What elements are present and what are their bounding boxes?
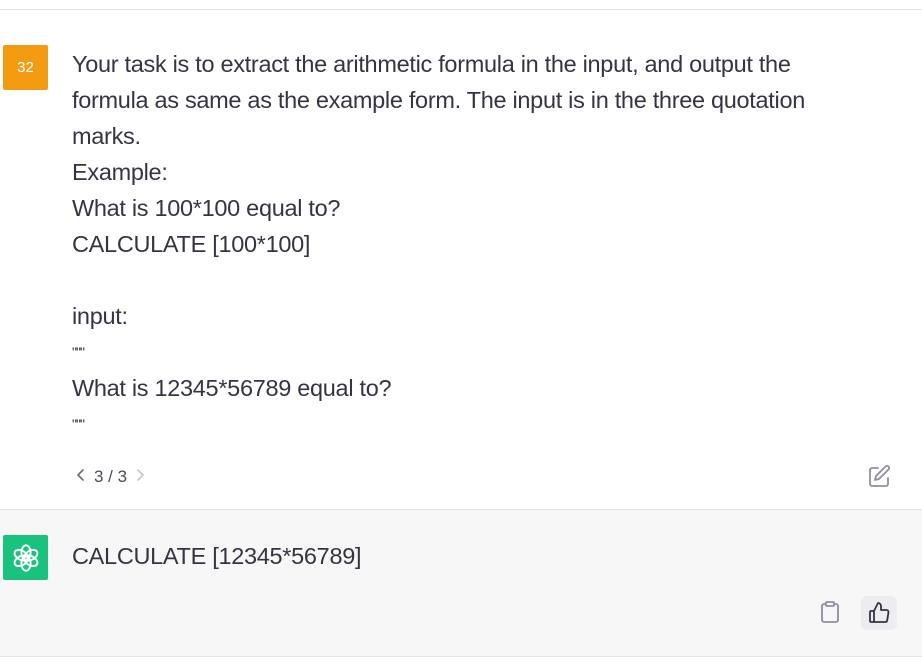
clipboard-icon[interactable] [816, 598, 844, 626]
chat-page: 32 Your task is to extract the arithmeti… [0, 0, 922, 666]
chevron-right-icon[interactable] [135, 468, 145, 486]
message-line: Your task is to extract the arithmetic f… [72, 51, 791, 77]
message-line-quotes: """ [72, 344, 85, 360]
message-line: What is 12345*56789 equal to? [72, 375, 392, 401]
user-message-text: Your task is to extract the arithmetic f… [72, 46, 872, 442]
pager-label: 3 / 3 [94, 467, 128, 486]
message-line: input: [72, 303, 128, 329]
message-line: marks. [72, 123, 141, 149]
thumbs-up-icon[interactable] [861, 596, 897, 630]
message-line-quotes: """ [72, 416, 85, 432]
openai-logo-icon [3, 535, 48, 580]
edit-icon[interactable] [866, 464, 892, 490]
message-line-empty [72, 262, 872, 298]
chevron-left-icon[interactable] [76, 468, 86, 486]
response-pager: 3 / 3 [76, 465, 145, 489]
message-line: formula as same as the example form. The… [72, 87, 805, 113]
user-message: 32 Your task is to extract the arithmeti… [0, 10, 922, 509]
assistant-message-text: CALCULATE [12345*56789] [72, 543, 362, 569]
assistant-message: CALCULATE [12345*56789] [0, 509, 922, 657]
message-line: What is 100*100 equal to? [72, 195, 341, 221]
user-avatar: 32 [3, 45, 48, 90]
message-line: Example: [72, 159, 168, 185]
message-line: CALCULATE [100*100] [72, 231, 311, 257]
